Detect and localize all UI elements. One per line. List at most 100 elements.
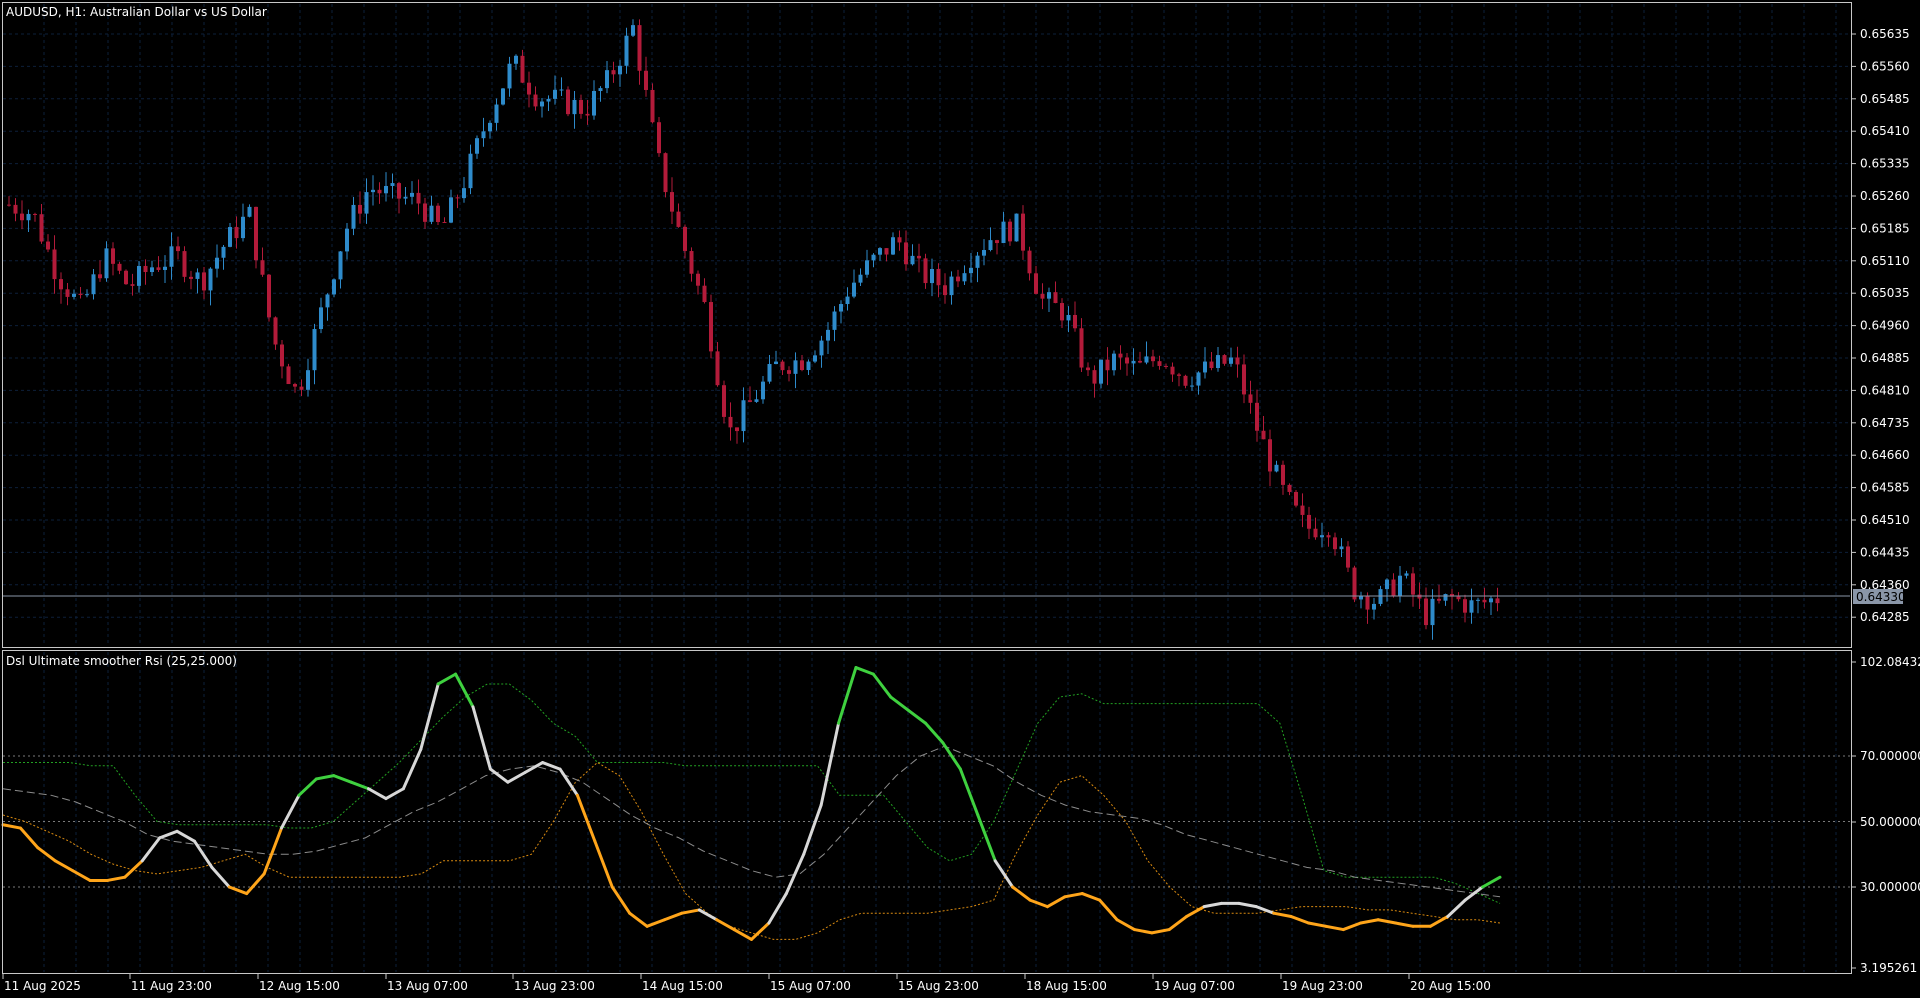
candle-body	[1105, 359, 1110, 371]
candle-body	[1034, 273, 1038, 294]
candle-body	[1047, 292, 1051, 299]
candle-body	[1216, 355, 1220, 369]
price-tick-label: 0.65635	[1860, 27, 1910, 41]
candle-body	[1014, 213, 1019, 242]
candle-body	[98, 274, 102, 279]
candle-body	[501, 88, 505, 105]
candle-body	[1489, 598, 1493, 603]
candle-body	[85, 294, 89, 296]
candle-body	[754, 399, 759, 402]
candle-body	[494, 104, 499, 123]
candle-body	[377, 189, 382, 194]
candle-body	[1060, 303, 1064, 321]
candle-body	[774, 361, 778, 365]
candle-body	[306, 370, 310, 390]
candle-body	[696, 273, 700, 286]
candle-body	[403, 196, 408, 199]
candle-body	[462, 188, 466, 199]
candle-body	[338, 251, 343, 280]
candle-body	[1482, 599, 1487, 603]
candle-body	[293, 384, 297, 387]
candle-body	[715, 351, 720, 386]
candle-body	[650, 89, 655, 123]
candle-body	[1079, 328, 1084, 368]
candle-body	[910, 255, 915, 265]
candle-body	[1365, 595, 1370, 610]
candle-body	[1443, 594, 1448, 601]
candle-body	[1300, 505, 1305, 515]
candle-body	[761, 381, 765, 400]
price-tick-label: 0.65560	[1860, 59, 1910, 73]
candle-body	[1372, 603, 1376, 610]
candle-body	[176, 246, 180, 252]
price-tick-label: 0.65035	[1860, 286, 1910, 300]
candle-body	[1190, 385, 1194, 387]
candle-body	[384, 185, 388, 194]
candle-body	[546, 98, 551, 102]
candle-body	[689, 251, 694, 274]
candle-body	[1294, 491, 1298, 506]
candle-body	[709, 302, 713, 352]
candle-body	[1157, 361, 1162, 366]
candle-body	[59, 279, 63, 290]
candle-body	[312, 329, 317, 371]
candle-body	[286, 366, 291, 385]
candle-body	[1092, 370, 1097, 384]
candle-body	[52, 249, 57, 280]
indicator-tick-label: 70.000000	[1860, 749, 1920, 763]
candle-body	[988, 240, 993, 251]
candle-body	[150, 267, 154, 273]
indicator-title: Dsl Ultimate smoother Rsi (25,25.000)	[6, 654, 237, 668]
candle-body	[1203, 361, 1207, 373]
candle-body	[130, 284, 135, 286]
candle-body	[13, 204, 18, 214]
candle-body	[871, 254, 876, 261]
indicator-tick-label: 50.000000	[1860, 815, 1920, 829]
candle-body	[390, 183, 395, 186]
price-tick-label: 0.64810	[1860, 383, 1910, 397]
time-tick-label: 15 Aug 23:00	[898, 979, 979, 993]
candle-body	[65, 289, 70, 297]
candle-body	[254, 206, 258, 261]
candle-body	[969, 267, 973, 274]
candle-body	[1021, 213, 1025, 251]
candle-body	[572, 99, 577, 115]
candle-body	[169, 246, 174, 267]
candle-body	[787, 370, 791, 374]
candle-body	[975, 255, 980, 268]
candle-body	[364, 192, 369, 214]
candle-body	[33, 213, 37, 215]
candle-body	[1463, 599, 1467, 613]
candle-body	[1144, 356, 1149, 363]
candle-body	[1242, 364, 1246, 395]
candle-body	[618, 65, 622, 75]
candle-body	[1307, 514, 1311, 529]
candle-body	[1170, 366, 1175, 375]
candle-body	[182, 251, 187, 277]
candle-body	[1183, 375, 1188, 386]
price-tick-label: 0.65260	[1860, 189, 1910, 203]
candle-body	[995, 240, 999, 244]
candle-body	[553, 89, 557, 99]
candle-body	[865, 260, 869, 275]
candle-body	[104, 248, 109, 279]
price-tick-label: 0.65410	[1860, 124, 1910, 138]
candle-body	[982, 250, 986, 256]
candle-body	[1456, 596, 1461, 600]
candle-body	[78, 293, 83, 295]
candle-body	[325, 294, 330, 308]
candle-body	[124, 270, 128, 285]
price-tick-label: 0.65110	[1860, 254, 1910, 268]
candle-body	[1261, 430, 1266, 440]
price-tick-label: 0.64510	[1860, 513, 1910, 527]
candle-body	[559, 89, 564, 91]
candle-body	[1008, 221, 1012, 242]
candle-body	[780, 361, 785, 371]
candle-body	[442, 222, 447, 224]
candle-body	[332, 279, 336, 295]
candle-body	[878, 248, 882, 255]
candle-body	[1235, 357, 1240, 365]
candle-body	[260, 260, 265, 275]
candle-body	[475, 138, 479, 154]
current-price-label: 0.64330	[1856, 590, 1906, 604]
